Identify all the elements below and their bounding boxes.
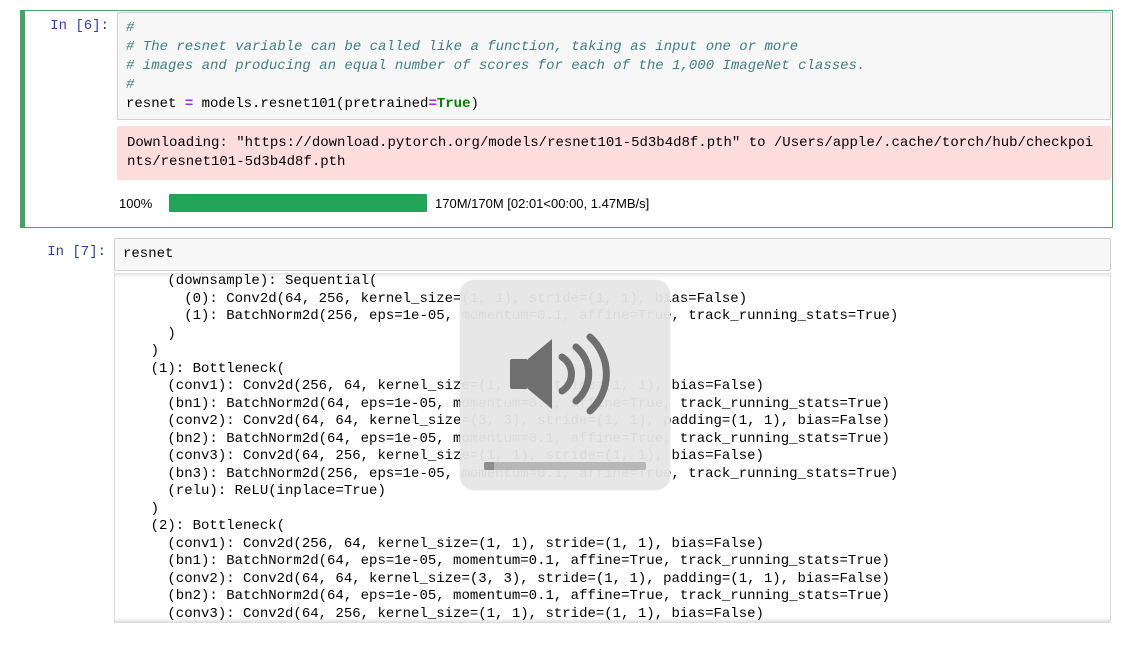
volume-track: [484, 462, 646, 470]
volume-fill: [484, 462, 494, 470]
code-text: resnet: [123, 246, 173, 262]
comment-line: #: [126, 77, 134, 93]
progress-percent: 100%: [119, 196, 161, 211]
input-prompt: In [7]:: [22, 238, 114, 637]
stderr-output: Downloading: "https://download.pytorch.o…: [117, 126, 1111, 180]
code-text: resnet: [126, 96, 185, 112]
progress-stats: 170M/170M [02:01<00:00, 1.47MB/s]: [435, 196, 649, 211]
code-input-area[interactable]: resnet: [114, 238, 1111, 271]
comment-line: # The resnet variable can be called like…: [126, 39, 798, 55]
volume-osd-overlay: [460, 280, 670, 490]
comment-line: # images and producing an equal number o…: [126, 58, 865, 74]
code-input-area[interactable]: # # The resnet variable can be called li…: [117, 12, 1111, 120]
code-text: ): [470, 96, 478, 112]
code-text: models.resnet101(pretrained: [193, 96, 428, 112]
progress-bar: [169, 194, 427, 212]
comment-line: #: [126, 20, 134, 36]
operator: =: [428, 96, 436, 112]
operator: =: [185, 96, 193, 112]
input-prompt: In [6]:: [25, 12, 117, 226]
keyword-true: True: [437, 96, 471, 112]
code-cell-6[interactable]: In [6]: # # The resnet variable can be c…: [20, 10, 1113, 228]
download-progress-row: 100% 170M/170M [02:01<00:00, 1.47MB/s]: [117, 190, 1111, 226]
speaker-icon: [500, 286, 630, 462]
